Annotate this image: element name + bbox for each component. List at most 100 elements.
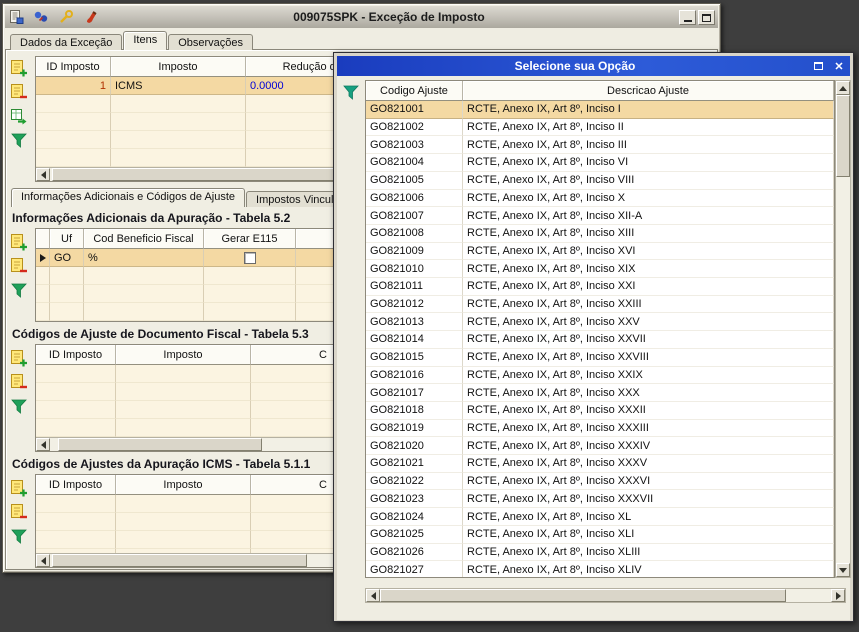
ajuste-row[interactable]: GO821025 RCTE, Anexo IX, Art 8º, Inciso …: [366, 525, 834, 544]
ajuste-list: GO821001 RCTE, Anexo IX, Art 8º, Inciso …: [366, 101, 834, 577]
scroll-right-icon: [835, 591, 841, 600]
popup-maximize-button[interactable]: [810, 59, 826, 73]
ajuste-row[interactable]: GO821010 RCTE, Anexo IX, Art 8º, Inciso …: [366, 260, 834, 279]
cell-descricao-ajuste: RCTE, Anexo IX, Art 8º, Inciso XXIX: [463, 366, 834, 385]
cell-descricao-ajuste: RCTE, Anexo IX, Art 8º, Inciso XXXIV: [463, 437, 834, 456]
cell-codigo-ajuste: GO821011: [366, 278, 463, 296]
popup-close-button[interactable]: ✕: [831, 59, 847, 73]
ajuste-hscrollbar[interactable]: [365, 588, 846, 603]
scroll-thumb[interactable]: [52, 554, 308, 567]
popup-filter-button[interactable]: [341, 82, 361, 102]
cell-descricao-ajuste: RCTE, Anexo IX, Art 8º, Inciso XL: [463, 508, 834, 526]
delete-record-button[interactable]: [9, 82, 29, 102]
scroll-thumb[interactable]: [836, 95, 850, 177]
delete-record-button[interactable]: [9, 502, 29, 522]
ajuste-row[interactable]: GO821011 RCTE, Anexo IX, Art 8º, Inciso …: [366, 278, 834, 296]
scroll-track[interactable]: [380, 589, 831, 602]
cell-descricao-ajuste: RCTE, Anexo IX, Art 8º, Inciso XIII: [463, 224, 834, 243]
delete-record-button[interactable]: [9, 372, 29, 392]
ajuste-row[interactable]: GO821021 RCTE, Anexo IX, Art 8º, Inciso …: [366, 455, 834, 473]
scroll-left-button[interactable]: [366, 589, 380, 602]
ajuste-row[interactable]: GO821016 RCTE, Anexo IX, Art 8º, Inciso …: [366, 366, 834, 385]
tools-icon[interactable]: [58, 9, 74, 25]
minimize-button[interactable]: [679, 9, 696, 25]
scroll-thumb[interactable]: [380, 589, 786, 602]
export-grid-button[interactable]: [9, 106, 29, 126]
scroll-left-button[interactable]: [36, 554, 50, 567]
ajuste-row[interactable]: GO821014 RCTE, Anexo IX, Art 8º, Inciso …: [366, 331, 834, 349]
ajuste-row[interactable]: GO821009 RCTE, Anexo IX, Art 8º, Inciso …: [366, 242, 834, 261]
ajuste-row[interactable]: GO821022 RCTE, Anexo IX, Art 8º, Inciso …: [366, 472, 834, 491]
filter-button[interactable]: [9, 130, 29, 150]
delete-note-icon: [11, 84, 27, 99]
report-icon[interactable]: [8, 9, 24, 25]
scroll-down-icon: [839, 567, 847, 573]
minimize-icon: [683, 19, 692, 22]
cell-codigo-ajuste: GO821020: [366, 437, 463, 456]
popup-titlebar[interactable]: Selecione sua Opção ✕: [337, 56, 850, 76]
tab-informacoes-adicionais[interactable]: Informações Adicionais e Códigos de Ajus…: [11, 188, 246, 207]
ajuste-row[interactable]: GO821019 RCTE, Anexo IX, Art 8º, Inciso …: [366, 419, 834, 438]
apuracao-grid-toolbar: [9, 232, 31, 300]
scroll-right-button[interactable]: [831, 589, 845, 602]
column-header-codigo-ajuste: Codigo Ajuste: [366, 81, 463, 101]
tab-observacoes[interactable]: Observações: [168, 34, 254, 50]
ajuste-row[interactable]: GO821024 RCTE, Anexo IX, Art 8º, Inciso …: [366, 508, 834, 526]
popup-window: Selecione sua Opção ✕ Codigo Ajuste Desc…: [333, 52, 854, 622]
cell-codigo-ajuste: GO821021: [366, 455, 463, 473]
filter-button[interactable]: [9, 280, 29, 300]
ajuste-row[interactable]: GO821020 RCTE, Anexo IX, Art 8º, Inciso …: [366, 437, 834, 456]
column-header-imposto: Imposto: [111, 57, 246, 77]
add-note-icon: [11, 60, 27, 77]
ajuste-row[interactable]: GO821026 RCTE, Anexo IX, Art 8º, Inciso …: [366, 543, 834, 562]
add-record-button[interactable]: [9, 232, 29, 252]
add-record-button[interactable]: [9, 348, 29, 368]
ajuste-row[interactable]: GO821008 RCTE, Anexo IX, Art 8º, Inciso …: [366, 224, 834, 243]
tab-dados-da-excecao[interactable]: Dados da Exceção: [10, 34, 123, 50]
ajuste-row[interactable]: GO821015 RCTE, Anexo IX, Art 8º, Inciso …: [366, 348, 834, 367]
maximize-button[interactable]: [698, 9, 715, 25]
filter-funnel-icon: [11, 399, 27, 414]
cell-descricao-ajuste: RCTE, Anexo IX, Art 8º, Inciso VIII: [463, 171, 834, 190]
scroll-thumb[interactable]: [58, 438, 263, 451]
scroll-down-button[interactable]: [836, 563, 850, 577]
filter-funnel-icon: [11, 529, 27, 544]
delete-record-button[interactable]: [9, 256, 29, 276]
ajuste-row[interactable]: GO821001 RCTE, Anexo IX, Art 8º, Inciso …: [366, 101, 834, 119]
cell-descricao-ajuste: RCTE, Anexo IX, Art 8º, Inciso XXX: [463, 384, 834, 402]
ajuste-vscrollbar[interactable]: [835, 80, 851, 578]
cell-codigo-ajuste: GO821002: [366, 118, 463, 137]
main-titlebar[interactable]: 009075SPK - Exceção de Imposto: [5, 6, 718, 28]
add-note-icon: [11, 350, 27, 367]
cell-codigo-ajuste: GO821005: [366, 171, 463, 190]
paint-icon[interactable]: [83, 9, 99, 25]
ajuste-row[interactable]: GO821007 RCTE, Anexo IX, Art 8º, Inciso …: [366, 207, 834, 225]
scroll-left-button[interactable]: [36, 168, 50, 181]
connect-icon[interactable]: [33, 9, 49, 25]
ajuste-row[interactable]: GO821017 RCTE, Anexo IX, Art 8º, Inciso …: [366, 384, 834, 402]
add-record-button[interactable]: [9, 478, 29, 498]
filter-button[interactable]: [9, 526, 29, 546]
ajuste-row[interactable]: GO821013 RCTE, Anexo IX, Art 8º, Inciso …: [366, 313, 834, 332]
scroll-track[interactable]: [836, 177, 850, 563]
cell-codigo-ajuste: GO821017: [366, 384, 463, 402]
ajuste-row[interactable]: GO821012 RCTE, Anexo IX, Art 8º, Inciso …: [366, 295, 834, 314]
export-grid-icon: [11, 109, 27, 125]
ajuste-row[interactable]: GO821002 RCTE, Anexo IX, Art 8º, Inciso …: [366, 118, 834, 137]
ajuste-row[interactable]: GO821018 RCTE, Anexo IX, Art 8º, Inciso …: [366, 401, 834, 420]
ajuste-row[interactable]: GO821004 RCTE, Anexo IX, Art 8º, Inciso …: [366, 154, 834, 172]
add-record-button[interactable]: [9, 58, 29, 78]
ajuste-row[interactable]: GO821023 RCTE, Anexo IX, Art 8º, Inciso …: [366, 490, 834, 509]
cell-gerar-e115: [204, 249, 296, 267]
ajuste-row[interactable]: GO821027 RCTE, Anexo IX, Art 8º, Inciso …: [366, 561, 834, 577]
add-note-icon: [11, 234, 27, 251]
popup-body: Codigo Ajuste Descricao Ajuste GO821001 …: [337, 76, 851, 620]
ajuste-row[interactable]: GO821003 RCTE, Anexo IX, Art 8º, Inciso …: [366, 136, 834, 155]
ajuste-row[interactable]: GO821006 RCTE, Anexo IX, Art 8º, Inciso …: [366, 189, 834, 208]
gerar-e115-checkbox[interactable]: [243, 251, 256, 264]
filter-button[interactable]: [9, 396, 29, 416]
scroll-left-button[interactable]: [36, 438, 50, 451]
scroll-up-button[interactable]: [836, 81, 850, 95]
ajuste-row[interactable]: GO821005 RCTE, Anexo IX, Art 8º, Inciso …: [366, 171, 834, 190]
tab-itens[interactable]: Itens: [123, 31, 168, 50]
